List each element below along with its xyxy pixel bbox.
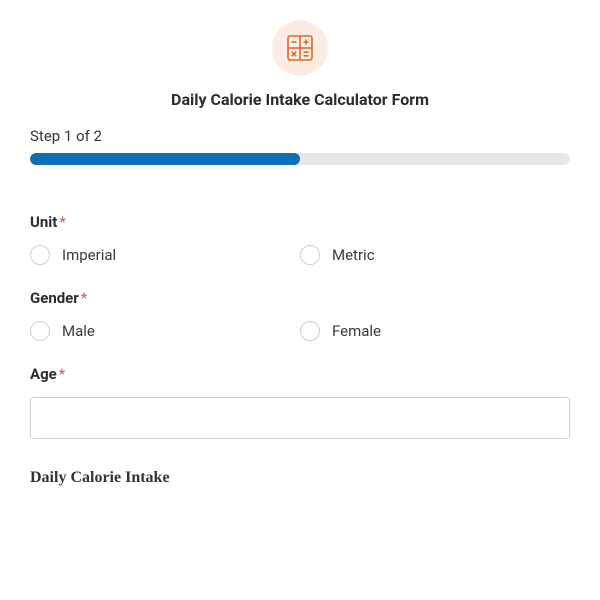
required-mark: * xyxy=(59,213,65,231)
field-unit: Unit* Imperial Metric xyxy=(30,213,570,265)
gender-option-male[interactable]: Male xyxy=(30,321,300,341)
section-heading: Daily Calorie Intake xyxy=(30,469,570,487)
radio-icon xyxy=(30,321,50,341)
unit-option-label: Metric xyxy=(332,246,375,264)
required-mark: * xyxy=(81,289,87,307)
gender-options: Male Female xyxy=(30,321,570,341)
form-title: Daily Calorie Intake Calculator Form xyxy=(30,90,570,109)
radio-icon xyxy=(300,321,320,341)
gender-option-label: Male xyxy=(62,322,95,340)
field-gender: Gender* Male Female xyxy=(30,289,570,341)
header-icon-circle xyxy=(272,20,328,76)
header-icon-wrap xyxy=(30,20,570,76)
progress-fill xyxy=(30,153,300,165)
unit-option-label: Imperial xyxy=(62,246,116,264)
step-label: Step 1 of 2 xyxy=(30,127,570,145)
calculator-icon xyxy=(286,34,314,62)
gender-option-label: Female xyxy=(332,322,381,340)
gender-option-female[interactable]: Female xyxy=(300,321,570,341)
unit-options: Imperial Metric xyxy=(30,245,570,265)
unit-option-metric[interactable]: Metric xyxy=(300,245,570,265)
unit-label: Unit* xyxy=(30,213,570,231)
required-mark: * xyxy=(59,365,65,383)
gender-label-text: Gender xyxy=(30,289,79,307)
form-container: Daily Calorie Intake Calculator Form Ste… xyxy=(0,0,600,507)
radio-icon xyxy=(30,245,50,265)
unit-label-text: Unit xyxy=(30,213,57,231)
gender-label: Gender* xyxy=(30,289,570,307)
radio-icon xyxy=(300,245,320,265)
age-label-text: Age xyxy=(30,365,57,383)
age-input[interactable] xyxy=(30,397,570,439)
unit-option-imperial[interactable]: Imperial xyxy=(30,245,300,265)
age-label: Age* xyxy=(30,365,570,383)
field-age: Age* xyxy=(30,365,570,439)
progress-bar xyxy=(30,153,570,165)
